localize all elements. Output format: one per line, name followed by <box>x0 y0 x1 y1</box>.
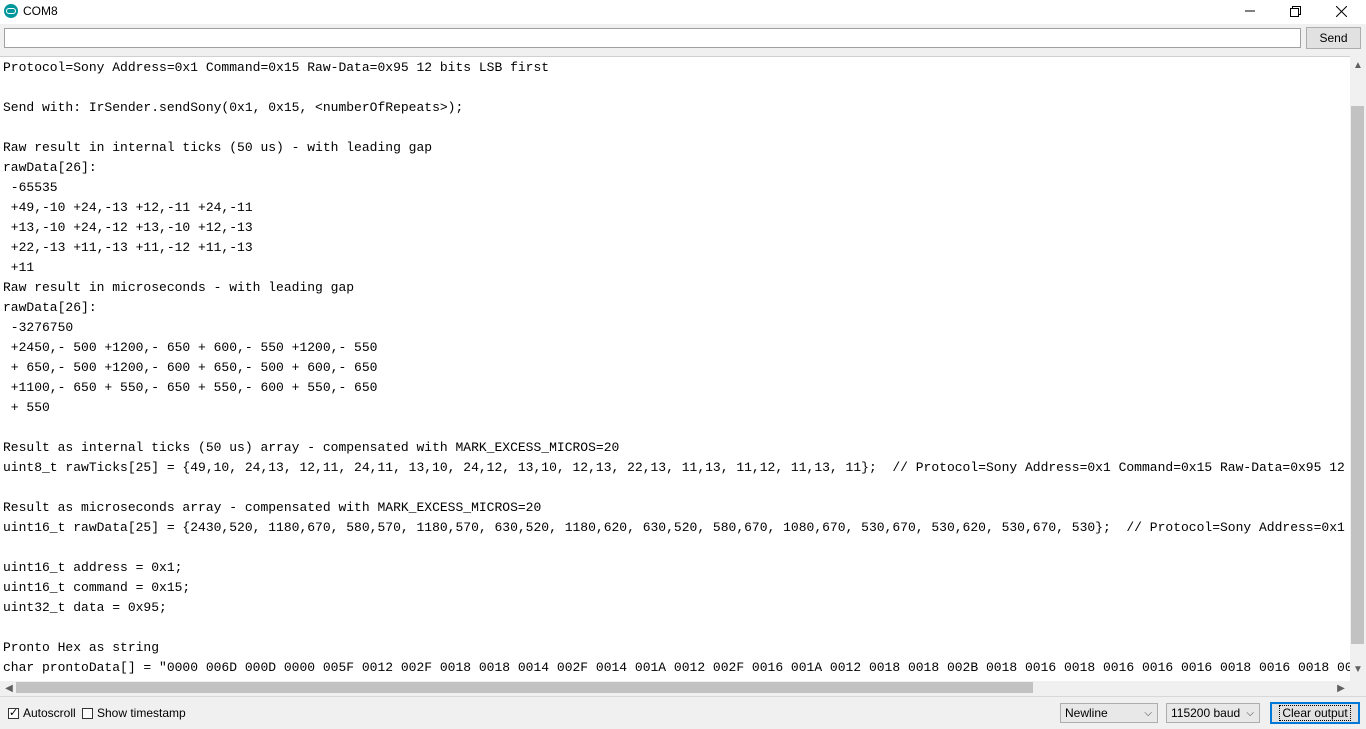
output-line: uint16_t rawData[25] = {2430,520, 1180,6… <box>3 520 1345 535</box>
output-line: uint32_t data = 0x95; <box>3 600 167 615</box>
baud-value: 115200 baud <box>1171 706 1241 720</box>
output-line: uint8_t rawTicks[25] = {49,10, 24,13, 12… <box>3 460 1350 475</box>
scroll-right-icon[interactable]: ▶ <box>1334 681 1348 695</box>
vertical-scroll-thumb[interactable] <box>1351 106 1364 644</box>
timestamp-toggle[interactable]: Show timestamp <box>82 706 186 720</box>
output-line: Raw result in microseconds - with leadin… <box>3 280 355 295</box>
output-line: rawData[26]: <box>3 300 97 315</box>
serial-output[interactable]: Protocol=Sony Address=0x1 Command=0x15 R… <box>0 56 1350 682</box>
output-line: rawData[26]: <box>3 160 97 175</box>
output-line: uint16_t command = 0x15; <box>3 580 191 595</box>
chevron-down-icon: ⌵ <box>1246 708 1254 719</box>
output-line: +49,-10 +24,-13 +12,-11 +24,-11 <box>3 200 253 215</box>
output-line: Send with: IrSender.sendSony(0x1, 0x15, … <box>3 100 464 115</box>
output-line: Protocol=Sony Address=0x1 Command=0x15 R… <box>3 60 550 75</box>
timestamp-checkbox[interactable] <box>82 707 93 719</box>
output-line: Result as microseconds array - compensat… <box>3 500 542 515</box>
output-line: +22,-13 +11,-13 +11,-12 +11,-13 <box>3 240 253 255</box>
output-line: -65535 <box>3 180 58 195</box>
title-bar: COM8 <box>0 0 1366 24</box>
autoscroll-checkbox[interactable] <box>8 706 19 719</box>
output-line: char prontoData[] = "0000 006D 000D 0000… <box>3 660 1350 675</box>
restore-button[interactable] <box>1272 0 1318 22</box>
close-icon <box>1335 5 1347 17</box>
output-line: +1100,- 650 + 550,- 650 + 550,- 600 + 55… <box>3 380 378 395</box>
output-line: +13,-10 +24,-12 +13,-10 +12,-13 <box>3 220 253 235</box>
clear-output-button[interactable]: Clear output <box>1270 702 1360 724</box>
scroll-left-icon[interactable]: ◀ <box>2 681 16 695</box>
scroll-down-icon[interactable]: ▼ <box>1351 662 1365 676</box>
horizontal-scroll-thumb[interactable] <box>16 682 1033 693</box>
close-button[interactable] <box>1318 0 1364 22</box>
send-input[interactable] <box>4 28 1301 48</box>
output-line: Raw result in internal ticks (50 us) - w… <box>3 140 433 155</box>
bottom-bar: Autoscroll Show timestamp Newline ⌵ 1152… <box>0 696 1366 729</box>
output-line: Result as internal ticks (50 us) array -… <box>3 440 620 455</box>
output-line: -3276750 <box>3 320 74 335</box>
minimize-button[interactable] <box>1227 0 1273 22</box>
send-button[interactable]: Send <box>1306 27 1361 49</box>
line-ending-value: Newline <box>1065 706 1108 720</box>
chevron-down-icon: ⌵ <box>1144 708 1152 719</box>
output-line: +2450,- 500 +1200,- 650 + 600,- 550 +120… <box>3 340 378 355</box>
timestamp-label: Show timestamp <box>97 706 186 720</box>
restore-icon <box>1289 5 1301 17</box>
baud-select[interactable]: 115200 baud ⌵ <box>1166 703 1260 723</box>
autoscroll-label: Autoscroll <box>23 706 76 720</box>
output-line: + 650,- 500 +1200,- 600 + 650,- 500 + 60… <box>3 360 378 375</box>
output-line: +11 <box>3 260 35 275</box>
line-ending-select[interactable]: Newline ⌵ <box>1060 703 1158 723</box>
window-title: COM8 <box>23 4 58 18</box>
scroll-up-icon[interactable]: ▲ <box>1351 58 1365 72</box>
output-line: uint16_t address = 0x1; <box>3 560 183 575</box>
minimize-icon <box>1245 10 1255 12</box>
send-bar: Send <box>0 24 1366 54</box>
output-line: + 550 <box>3 400 50 415</box>
arduino-icon <box>4 4 18 18</box>
autoscroll-toggle[interactable]: Autoscroll <box>8 706 76 720</box>
clear-output-label: Clear output <box>1279 705 1351 721</box>
output-line: Pronto Hex as string <box>3 640 160 655</box>
